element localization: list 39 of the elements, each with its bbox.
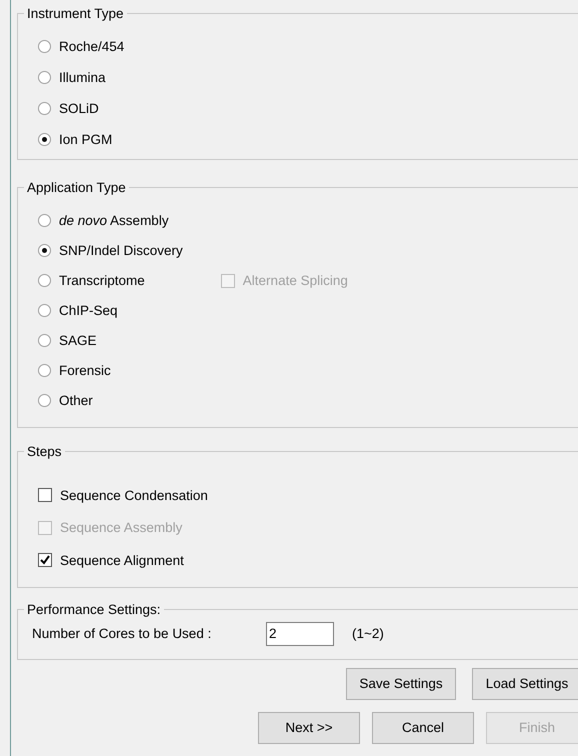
settings-button[interactable]: Load Settings xyxy=(472,668,578,700)
radio-option[interactable]: ChIP-Seq xyxy=(38,295,183,325)
option-label: de novo Assembly xyxy=(59,212,169,228)
radio-option[interactable]: Other xyxy=(38,385,183,415)
group-title: Performance Settings: xyxy=(26,602,162,616)
option-label: SOLiD xyxy=(59,101,99,116)
radio-option[interactable]: Roche/454 xyxy=(38,31,578,62)
option-label: SNP/Indel Discovery xyxy=(59,242,183,258)
group-title: Steps xyxy=(26,444,63,459)
option-label: ChIP-Seq xyxy=(59,302,118,318)
radio-option[interactable]: Forensic xyxy=(38,355,183,385)
radio-option[interactable]: SOLiD xyxy=(38,93,578,124)
cores-label: Number of Cores to be Used : xyxy=(32,626,212,641)
radio-option[interactable]: Illumina xyxy=(38,62,578,93)
option-label: Transcriptome xyxy=(59,272,145,288)
checkbox-option[interactable]: Sequence Alignment xyxy=(38,544,578,576)
option-label: Forensic xyxy=(59,362,111,378)
radio-option[interactable]: Ion PGM xyxy=(38,124,578,155)
option-label: Sequence Condensation xyxy=(60,488,208,503)
radio-option[interactable]: de novo Assembly xyxy=(38,205,183,235)
group-title: Application Type xyxy=(26,180,127,195)
radio-option[interactable]: SNP/Indel Discovery xyxy=(38,235,183,265)
wizard-button[interactable]: Next >> xyxy=(258,712,360,744)
radio-option[interactable]: SAGE xyxy=(38,325,183,355)
option-label: Sequence Assembly xyxy=(60,520,182,536)
option-label: SAGE xyxy=(59,332,97,348)
option-label: Other xyxy=(59,392,93,408)
settings-button[interactable]: Save Settings xyxy=(346,668,456,700)
option-label: Roche/454 xyxy=(59,39,124,54)
wizard-button[interactable]: Cancel xyxy=(372,712,474,744)
option-label: Sequence Alignment xyxy=(60,552,184,568)
option-label: Alternate Splicing xyxy=(242,273,348,288)
option-label: Ion PGM xyxy=(59,132,112,147)
group-title: Instrument Type xyxy=(26,6,125,21)
checkbox-option[interactable]: Sequence Condensation xyxy=(38,479,578,512)
radio-option[interactable]: Transcriptome xyxy=(38,265,183,295)
cores-input[interactable]: 2 xyxy=(266,622,334,646)
cores-range: (1~2) xyxy=(352,626,384,641)
option-label: Illumina xyxy=(59,70,106,85)
